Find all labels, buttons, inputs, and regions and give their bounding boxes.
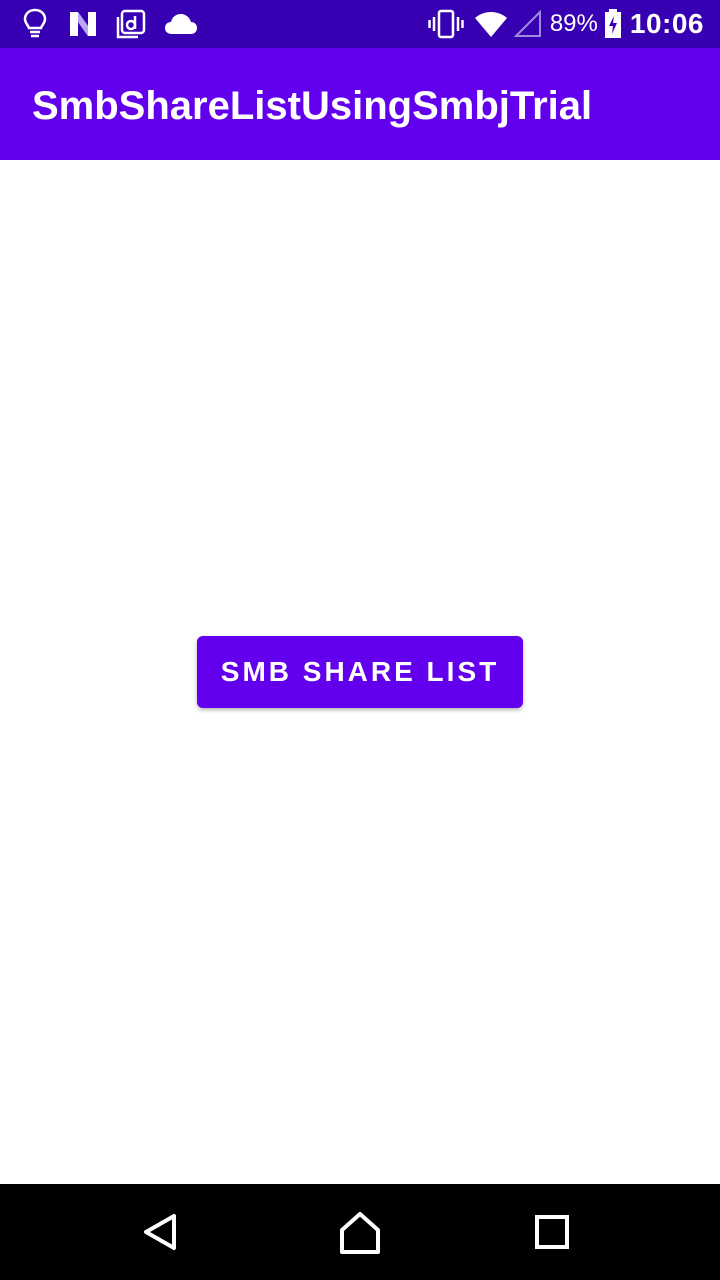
app-bar: SmbShareListUsingSmbjTrial <box>0 48 720 160</box>
wifi-icon <box>474 10 508 38</box>
system-status: 89% 10:06 <box>428 8 704 40</box>
d-app-icon <box>116 9 146 39</box>
vibrate-icon <box>428 9 464 39</box>
status-bar: 89% 10:06 <box>0 0 720 48</box>
battery-percent: 89% <box>549 10 598 37</box>
back-button[interactable] <box>136 1208 184 1256</box>
back-icon <box>144 1214 176 1250</box>
home-icon <box>340 1212 380 1254</box>
home-button[interactable] <box>336 1208 384 1256</box>
app-title: SmbShareListUsingSmbjTrial <box>32 84 593 128</box>
battery-icon <box>604 9 622 39</box>
main-content: SMB SHARE LIST <box>0 160 720 1184</box>
clock: 10:06 <box>629 8 704 39</box>
n-logo-icon <box>68 10 98 38</box>
lightbulb-icon <box>20 8 50 40</box>
navigation-bar <box>0 1184 720 1280</box>
cloud-icon <box>164 12 198 36</box>
signal-icon <box>513 10 542 38</box>
smb-share-list-button[interactable]: SMB SHARE LIST <box>197 636 523 708</box>
recents-icon <box>535 1215 569 1249</box>
notification-icons <box>20 8 198 40</box>
recents-button[interactable] <box>528 1208 576 1256</box>
